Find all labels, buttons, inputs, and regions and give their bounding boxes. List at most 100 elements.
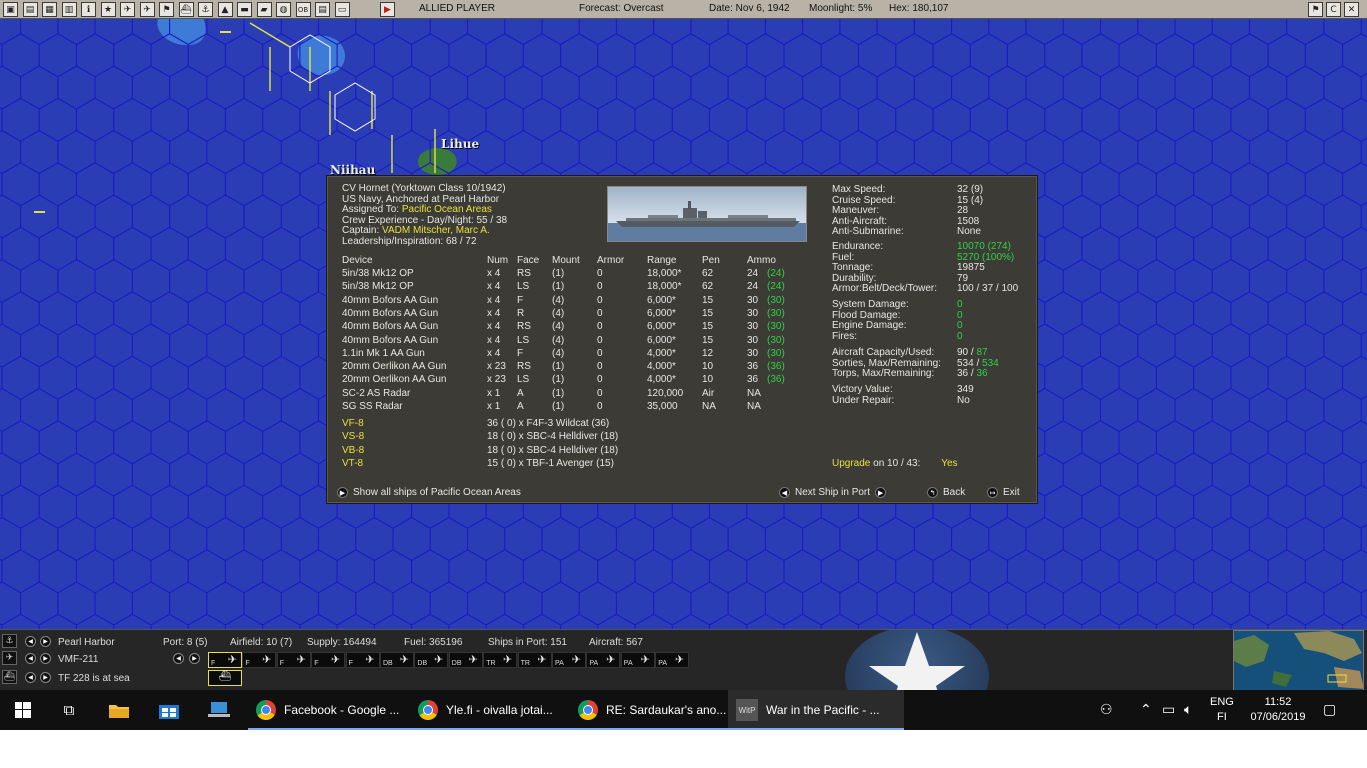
plane-slot[interactable]: TR ✈ — [483, 652, 518, 668]
plane-slot[interactable]: F ✈ — [242, 652, 277, 668]
prev-base-icon[interactable]: ◀ — [25, 636, 36, 647]
anchor-icon[interactable]: ⚓ — [2, 634, 17, 648]
plane-icon: ✈ — [365, 653, 375, 666]
ship-image — [607, 186, 807, 242]
sub-icon[interactable]: ⚓ — [198, 2, 213, 17]
file-explorer-icon[interactable] — [96, 690, 142, 730]
air-group-unit[interactable]: VT-8 — [342, 458, 363, 469]
table-row[interactable]: SG SS Radar x 1 A (1) 0 35,000 NA NA — [327, 401, 807, 414]
back-button[interactable]: ↰ Back — [927, 487, 965, 498]
volume-icon[interactable]: 🔈︎ — [1184, 690, 1192, 730]
globe-icon[interactable]: ◍ — [276, 2, 291, 17]
plane-slot[interactable]: PA ✈ — [655, 652, 690, 668]
table-row[interactable]: 40mm Bofors AA Gun x 4 R (4) 0 6,000* 15 30 (30) — [327, 308, 807, 321]
ship-icon[interactable]: ⛴ — [2, 670, 17, 684]
taskbar-app[interactable]: RE: Sardaukar's ano... — [570, 690, 746, 730]
flag-icon[interactable]: ⚑ — [159, 2, 174, 17]
base-name[interactable]: Pearl Harbor — [58, 637, 115, 648]
next-tf-icon[interactable]: ▶ — [40, 672, 51, 683]
info-icon[interactable]: ℹ — [81, 2, 96, 17]
plane-slot[interactable]: F ✈ — [276, 652, 311, 668]
people-icon[interactable]: ⚇ — [1100, 690, 1113, 730]
taskbar-app[interactable]: Facebook - Google ... — [248, 690, 424, 730]
air-group-unit[interactable]: VB-8 — [342, 445, 364, 456]
list-icon[interactable]: ▥ — [61, 2, 77, 17]
plane-slot[interactable]: DB ✈ — [414, 652, 449, 668]
plane-slot[interactable]: F ✈ — [345, 652, 380, 668]
end-turn-icon[interactable]: ▶ — [380, 2, 395, 17]
place-lihue[interactable]: Lihue — [441, 137, 479, 151]
upgrade-label[interactable]: Upgrade — [832, 458, 870, 469]
windows-start-icon[interactable] — [0, 690, 46, 730]
show-all-ships-button[interactable]: ▶ Show all ships of Pacific Ocean Areas — [337, 487, 521, 498]
chart-icon[interactable]: ▲ — [217, 2, 233, 17]
battery-icon[interactable]: ▭ — [1162, 690, 1175, 730]
aircraft-icon[interactable]: ✈ — [120, 2, 135, 17]
table-row[interactable]: 5in/38 Mk12 OP x 4 LS (1) 0 18,000* 62 24 (24) — [327, 281, 807, 294]
screen-icon[interactable]: ▭ — [334, 2, 350, 17]
taskbar-app[interactable]: Yle.fi - oivalla jotai... — [410, 690, 586, 730]
air-unit-name[interactable]: VMF-211 — [58, 654, 98, 665]
captain-value[interactable]: VADM Mitscher, Marc A. — [382, 225, 490, 236]
report-icon[interactable]: ▤ — [315, 2, 330, 17]
transport-icon[interactable]: ▰ — [256, 2, 272, 17]
table-row[interactable]: 5in/38 Mk12 OP x 4 RS (1) 0 18,000* 62 24 (24) — [327, 268, 807, 281]
aircraft-icon[interactable]: ✈ — [2, 651, 17, 665]
prev-plane-icon[interactable]: ◀ — [173, 653, 184, 664]
table-row[interactable]: 40mm Bofors AA Gun x 4 F (4) 0 6,000* 15 30 (30) — [327, 295, 807, 308]
next-base-icon[interactable]: ▶ — [40, 636, 51, 647]
flag-icon[interactable]: ⚑ — [1308, 2, 1323, 17]
plane-slot[interactable]: PA ✈ — [620, 652, 655, 668]
next-plane-icon[interactable]: ▶ — [189, 653, 200, 664]
table-row[interactable]: 20mm Oerlikon AA Gun x 23 RS (1) 0 4,000* 10 36… — [327, 361, 807, 374]
clock[interactable]: 11:52 07/06/2019 — [1246, 690, 1310, 730]
plane-slot[interactable]: DB ✈ — [448, 652, 483, 668]
window-icon[interactable]: ▣ — [3, 2, 18, 17]
plane-slot[interactable]: DB ✈ — [380, 652, 414, 668]
tf-ship-icon[interactable]: ⛴ — [208, 670, 242, 686]
plane-slot[interactable]: F ✈ — [311, 652, 346, 668]
pc-icon[interactable] — [196, 690, 242, 730]
air-group-row[interactable]: VB-8 18 ( 0) x SBC-4 Helldiver (18) — [327, 445, 807, 458]
truck-icon[interactable]: ▬ — [237, 2, 252, 17]
ship-icon[interactable]: ⛴ — [178, 2, 194, 17]
stat-value: 10070 (274) — [957, 241, 1011, 252]
bases-icon[interactable]: ▦ — [42, 2, 57, 17]
c-icon[interactable]: C — [1326, 2, 1341, 17]
plane-slot[interactable]: PA ✈ — [552, 652, 586, 668]
chevron-up-icon[interactable]: ⌃ — [1140, 690, 1152, 730]
air-group-unit[interactable]: VF-8 — [342, 418, 364, 429]
plane-slot[interactable]: F ✈ — [208, 652, 242, 668]
prev-tf-icon[interactable]: ◀ — [25, 672, 36, 683]
table-row[interactable]: SC-2 AS Radar x 1 A (1) 0 120,000 Air NA — [327, 388, 807, 401]
language-indicator[interactable]: ENG FI — [1210, 690, 1234, 730]
document-icon[interactable]: ▤ — [22, 2, 38, 17]
ob-icon[interactable]: OB — [295, 2, 311, 17]
air-group-row[interactable]: VF-8 36 ( 0) x F4F-3 Wildcat (36) — [327, 418, 807, 431]
unit-marker[interactable] — [34, 211, 45, 213]
air-group-row[interactable]: VT-8 15 ( 0) x TBF-1 Avenger (15) — [327, 458, 807, 471]
table-row[interactable]: 1.1in Mk 1 AA Gun x 4 F (4) 0 4,000* 12 30 (30) — [327, 348, 807, 361]
task-force-status[interactable]: TF 228 is at sea — [58, 673, 130, 684]
air-group-row[interactable]: VS-8 18 ( 0) x SBC-4 Helldiver (18) — [327, 431, 807, 444]
plane-red-icon[interactable]: ✈ — [139, 2, 155, 17]
assigned-value[interactable]: Pacific Ocean Areas — [402, 204, 492, 215]
star-icon[interactable]: ★ — [100, 2, 116, 17]
exit-button[interactable]: ↦ Exit — [987, 487, 1020, 498]
next-unit-icon[interactable]: ▶ — [40, 653, 51, 664]
table-row[interactable]: 40mm Bofors AA Gun x 4 LS (4) 0 6,000* 15 30 (30… — [327, 335, 807, 348]
task-view-icon[interactable]: ⧉ — [46, 690, 92, 730]
unit-marker[interactable] — [220, 31, 231, 33]
air-group-unit[interactable]: VS-8 — [342, 431, 364, 442]
store-icon[interactable] — [146, 690, 192, 730]
mini-map[interactable] — [1233, 630, 1364, 690]
notifications-icon[interactable]: ▢ — [1323, 690, 1336, 730]
plane-slot[interactable]: TR ✈ — [517, 652, 552, 668]
taskbar-app[interactable]: WitP War in the Pacific - ... — [728, 690, 904, 730]
table-row[interactable]: 40mm Bofors AA Gun x 4 RS (4) 0 6,000* 15 30 (30… — [327, 321, 807, 334]
prev-unit-icon[interactable]: ◀ — [25, 653, 36, 664]
table-row[interactable]: 20mm Oerlikon AA Gun x 23 LS (1) 0 4,000* 10 36… — [327, 374, 807, 387]
plane-slot[interactable]: PA ✈ — [586, 652, 621, 668]
next-ship-button[interactable]: ◀ Next Ship in Port ▶ — [779, 487, 887, 498]
close-icon[interactable]: ✕ — [1344, 2, 1359, 17]
